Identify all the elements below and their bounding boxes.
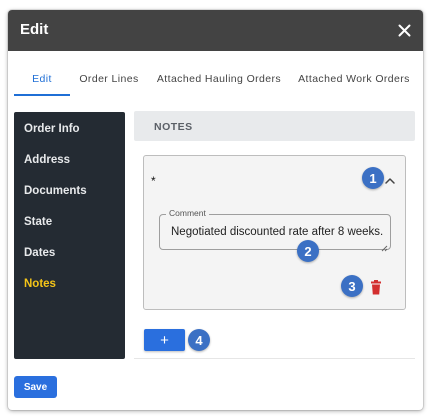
dialog-titlebar: Edit [8, 10, 423, 51]
tab-attached-work-orders[interactable]: Attached Work Orders [298, 68, 409, 96]
sidebar-item-order-info[interactable]: Order Info [24, 123, 80, 135]
edit-dialog: Edit Edit Order Lines Attached Hauling O… [8, 10, 423, 410]
chevron-up-icon[interactable] [383, 174, 397, 188]
notes-panel: NOTES * 1 Comment Negotiated discounted … [134, 111, 415, 359]
comment-input[interactable]: Negotiated discounted rate after 8 weeks… [171, 226, 385, 238]
comment-field[interactable]: Comment Negotiated discounted rate after… [159, 208, 391, 252]
annotation-badge-2: 2 [297, 240, 319, 262]
note-card: * 1 Comment Negotiated discounted rate a… [143, 155, 406, 310]
note-title: * [151, 174, 156, 188]
dialog-title: Edit [20, 21, 49, 38]
tab-attached-hauling-orders[interactable]: Attached Hauling Orders [157, 68, 281, 96]
notes-header-label: NOTES [154, 121, 193, 133]
sidebar-item-address[interactable]: Address [24, 154, 70, 166]
close-icon[interactable] [393, 19, 415, 41]
tab-edit[interactable]: Edit [14, 68, 70, 96]
annotation-badge-4: 4 [188, 329, 210, 351]
tab-bar: Edit Order Lines Attached Hauling Orders… [8, 68, 423, 96]
add-note-button[interactable]: + [144, 329, 185, 351]
divider [134, 358, 415, 359]
annotation-badge-3: 3 [341, 275, 363, 297]
sidebar-item-state[interactable]: State [24, 216, 52, 228]
comment-label: Comment [166, 208, 209, 218]
save-button[interactable]: Save [14, 376, 57, 398]
annotation-badge-1: 1 [362, 167, 384, 189]
sidebar-item-documents[interactable]: Documents [24, 185, 87, 197]
resize-grip-icon[interactable] [380, 239, 388, 252]
sidebar-item-notes[interactable]: Notes [24, 278, 56, 290]
trash-icon[interactable] [369, 280, 383, 296]
notes-header: NOTES [134, 111, 415, 141]
sidebar: Order Info Address Documents State Dates… [14, 112, 125, 359]
tab-order-lines[interactable]: Order Lines [78, 68, 140, 96]
sidebar-item-dates[interactable]: Dates [24, 247, 55, 259]
